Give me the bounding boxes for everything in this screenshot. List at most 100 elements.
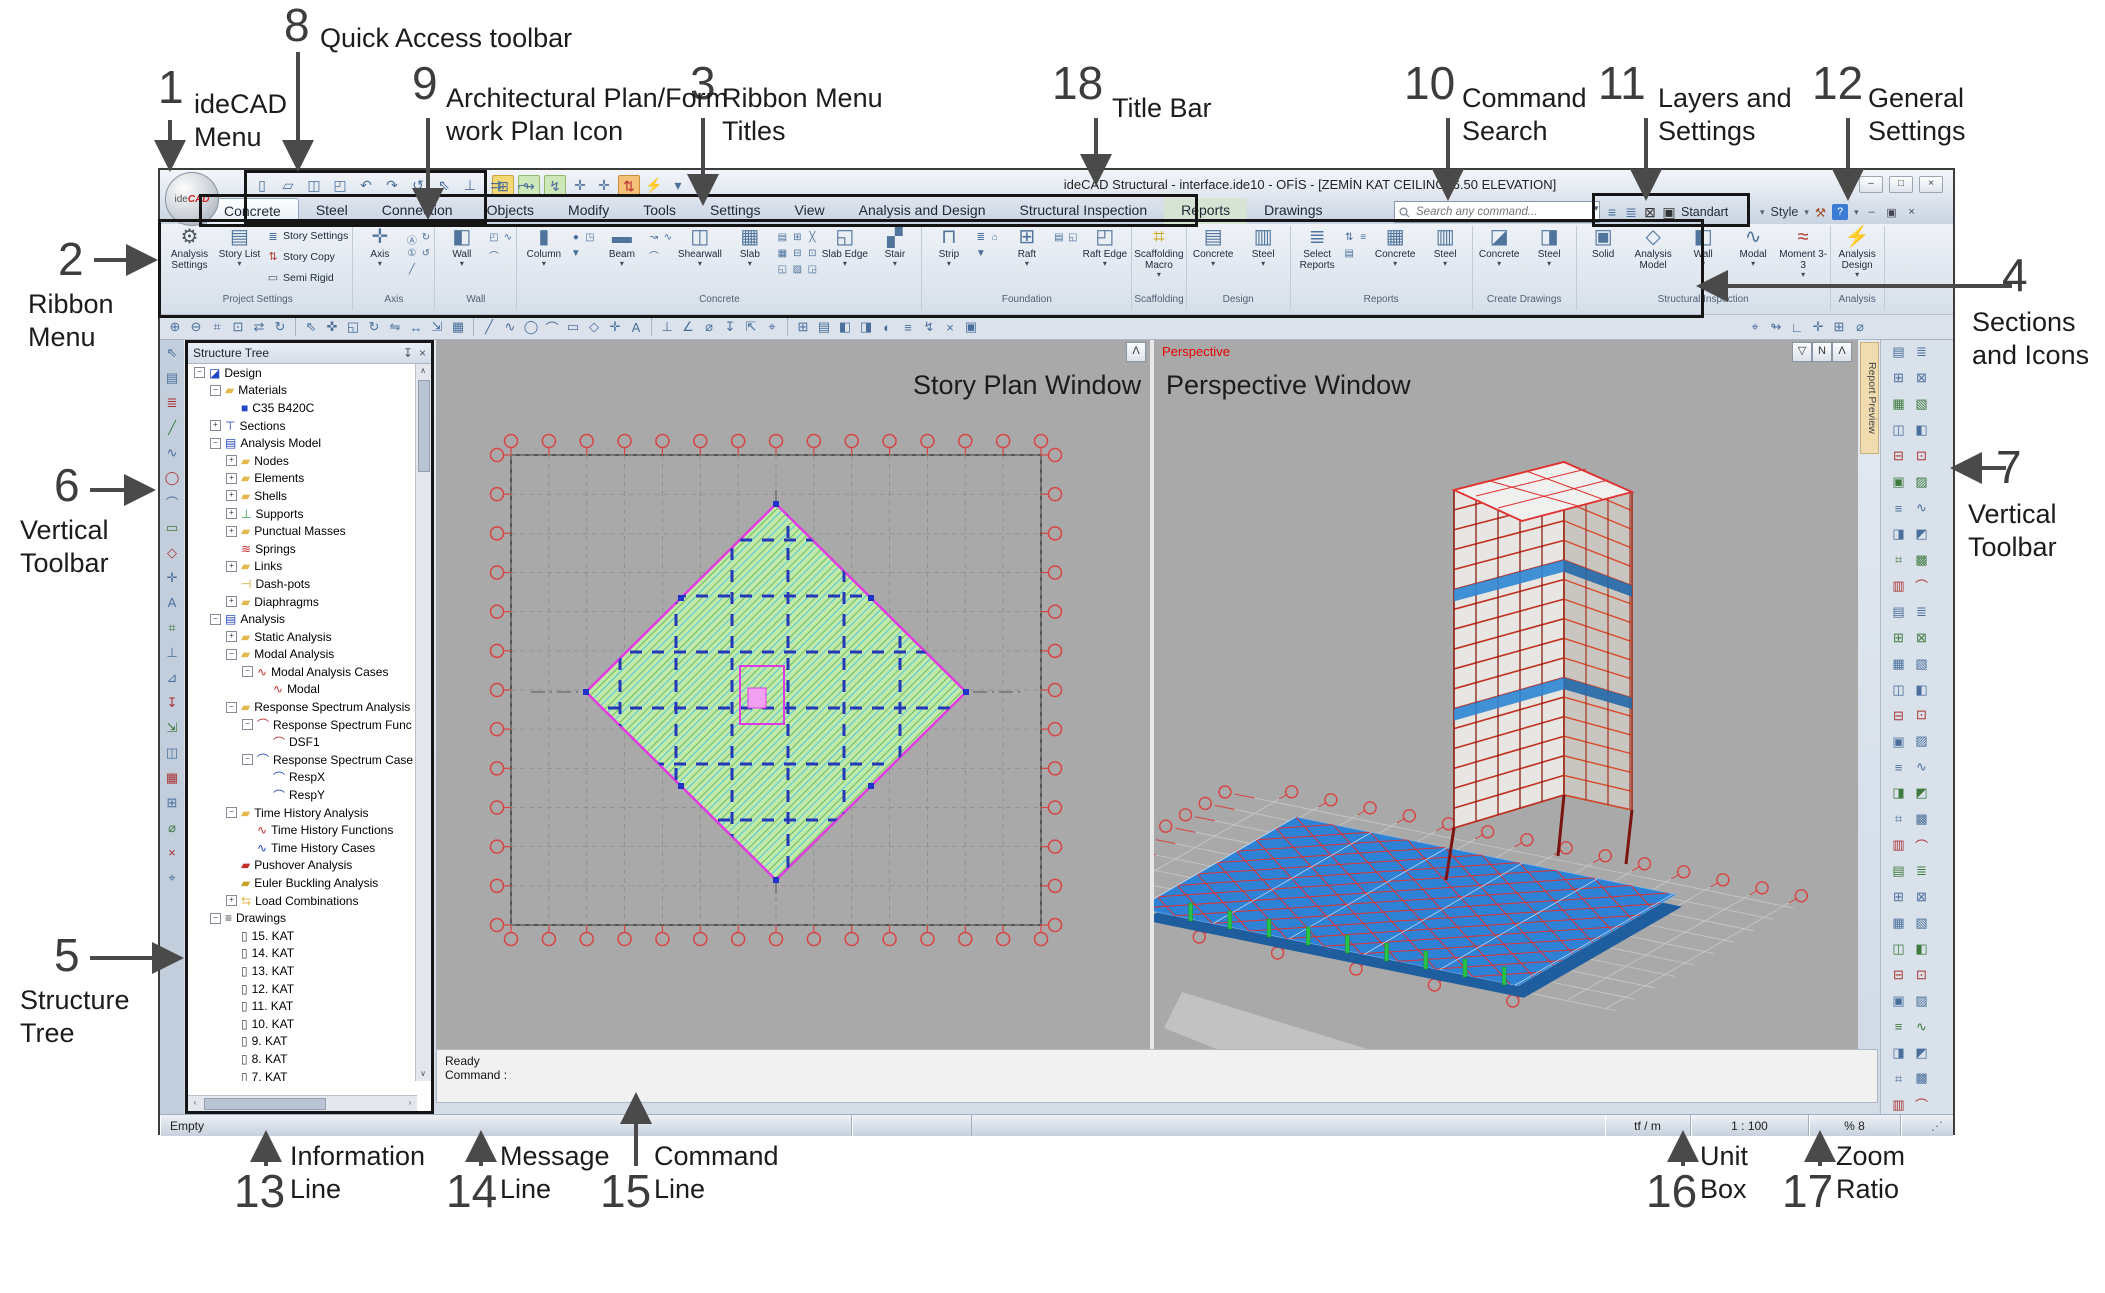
tree-item[interactable]: ⊣Dash-pots: [188, 575, 417, 593]
tool-icon[interactable]: ⊟: [790, 248, 804, 263]
units-icon[interactable]: ⌀: [1851, 318, 1869, 336]
tool-icon[interactable]: ▨: [790, 264, 804, 279]
toolbar-icon[interactable]: ▦: [1889, 395, 1908, 414]
toolbar-icon[interactable]: ◨: [1889, 1043, 1908, 1062]
elevation-icon[interactable]: ⇅: [618, 175, 640, 197]
toolbar-icon[interactable]: ≣: [1912, 602, 1931, 621]
scale-box[interactable]: 1 : 100: [1691, 1115, 1809, 1136]
toolbar-icon[interactable]: ⊡: [1912, 447, 1931, 466]
tool-icon[interactable]: ●: [569, 232, 582, 247]
tree-item[interactable]: −◪Design: [188, 364, 417, 382]
column-button[interactable]: ▮Column▾: [519, 226, 568, 290]
tab-steel[interactable]: Steel: [299, 198, 365, 224]
expander-icon[interactable]: −: [210, 614, 221, 625]
style-dropdown-icon[interactable]: ▾: [1804, 207, 1809, 218]
story-copy-button[interactable]: ⇅Story Copy: [267, 250, 348, 263]
leader-icon[interactable]: ⇲: [163, 718, 182, 737]
tab-modify[interactable]: Modify: [551, 198, 626, 224]
toolbar-icon[interactable]: ▧: [1912, 654, 1931, 673]
drawings-steel-button[interactable]: ◨Steel▾: [1525, 226, 1574, 290]
expander-icon[interactable]: +: [226, 631, 237, 642]
design-concrete-button[interactable]: ▤Concrete▾: [1189, 226, 1238, 290]
node-snap-icon[interactable]: ↯: [544, 175, 566, 197]
resize-grip[interactable]: ⋰: [1901, 1115, 1953, 1136]
revert-icon[interactable]: ↺: [408, 175, 428, 195]
tool-icon[interactable]: ∿: [661, 232, 674, 247]
tree-item[interactable]: ▯14. KAT: [188, 945, 417, 963]
tool-icon[interactable]: ≡: [1357, 232, 1370, 247]
tree-item[interactable]: +▰Diaphragms: [188, 593, 417, 611]
scroll-right-icon[interactable]: ›: [403, 1096, 417, 1110]
polyline-icon[interactable]: ∿: [501, 318, 519, 336]
tree-item[interactable]: +▰Elements: [188, 470, 417, 488]
expander-icon[interactable]: −: [210, 913, 221, 924]
new-file-icon[interactable]: ▯: [252, 175, 272, 195]
toolbar-icon[interactable]: ≡: [1889, 499, 1908, 518]
tool-icon[interactable]: ╱: [405, 264, 418, 279]
tool-icon[interactable]: ◳: [583, 232, 596, 247]
circle-icon[interactable]: ◯: [522, 318, 540, 336]
intersection-snap-icon[interactable]: ✛: [594, 175, 614, 195]
tree-item[interactable]: ▯12. KAT: [188, 980, 417, 998]
raft-button[interactable]: ⊞Raft▾: [1002, 226, 1051, 290]
toolbar-icon[interactable]: ▩: [1912, 550, 1931, 569]
toolbar-icon[interactable]: ▣: [1889, 732, 1908, 751]
pin-icon[interactable]: ↧: [403, 346, 413, 360]
tree-item[interactable]: ▯11. KAT: [188, 997, 417, 1015]
toolbar-icon[interactable]: ◧: [1912, 680, 1931, 699]
close-button[interactable]: ×: [1919, 176, 1943, 193]
toolbar-icon[interactable]: ⊟: [1889, 447, 1908, 466]
tree-item[interactable]: ▯13. KAT: [188, 962, 417, 980]
text-icon[interactable]: A: [627, 318, 645, 336]
toolbar-icon[interactable]: ⊟: [1889, 706, 1908, 725]
triangle-icon[interactable]: ⊿: [163, 668, 182, 687]
perpendicular-icon[interactable]: ⊥: [658, 318, 676, 336]
polygon-icon[interactable]: ◇: [585, 318, 603, 336]
style-label[interactable]: Style: [1771, 205, 1799, 219]
help-icon[interactable]: ?: [1832, 204, 1848, 220]
scrollbar-thumb[interactable]: [204, 1098, 326, 1110]
toolbar-icon[interactable]: ▤: [1889, 862, 1908, 881]
tree-item[interactable]: ∿Time History Cases: [188, 839, 417, 857]
zoom-out-icon[interactable]: ⊖: [187, 318, 205, 336]
grid-icon[interactable]: ⊞: [794, 318, 812, 336]
doc-restore-button[interactable]: ▣: [1885, 206, 1899, 219]
toolbar-icon[interactable]: ⊟: [1889, 966, 1908, 985]
toolbar-icon[interactable]: ◨: [1889, 525, 1908, 544]
toolbar-icon[interactable]: ◨: [1889, 784, 1908, 803]
layers-icon[interactable]: ▤: [163, 368, 182, 387]
layer-preset-value[interactable]: Standart: [1681, 205, 1728, 219]
tree-item[interactable]: ▯7. KAT: [188, 1068, 417, 1081]
tab-settings[interactable]: Settings: [693, 198, 778, 224]
perspective-window[interactable]: Perspective ▽NΛ: [1154, 340, 1858, 1049]
expander-icon[interactable]: −: [226, 807, 237, 818]
tool-icon[interactable]: ╳: [805, 232, 819, 247]
tree-item[interactable]: ∿Modal: [188, 681, 417, 699]
osnap-icon[interactable]: ✛: [1809, 318, 1827, 336]
tool-icon[interactable]: ▼: [569, 248, 582, 263]
toolbar-icon[interactable]: ∿: [1912, 499, 1931, 518]
toolbar-icon[interactable]: ◧: [1912, 421, 1931, 440]
toolbar-icon[interactable]: ▧: [1912, 913, 1931, 932]
toolbar-icon[interactable]: ◫: [1889, 940, 1908, 959]
viewport-button-0[interactable]: ▽: [1792, 342, 1812, 362]
properties-icon[interactable]: ▣: [962, 318, 980, 336]
toolbar-icon[interactable]: ▧: [1912, 395, 1931, 414]
toolbar-icon[interactable]: ⊡: [1912, 706, 1931, 725]
toolbar-icon[interactable]: ⊠: [1912, 888, 1931, 907]
tree-item[interactable]: −▰Response Spectrum Analysis: [188, 698, 417, 716]
select-icon[interactable]: ⇖: [163, 343, 182, 362]
polyline-icon[interactable]: ∿: [163, 443, 182, 462]
tool-icon[interactable]: ↝: [647, 232, 660, 247]
tree-item[interactable]: −▰Time History Analysis: [188, 804, 417, 822]
preset-dropdown-icon[interactable]: ▾: [1760, 207, 1765, 218]
scale-icon[interactable]: ⇲: [428, 318, 446, 336]
move-icon[interactable]: ✜: [323, 318, 341, 336]
shade-icon[interactable]: ◨: [857, 318, 875, 336]
toolbar-icon[interactable]: ⌗: [1889, 1069, 1908, 1088]
perpendicular-icon[interactable]: ⊥: [460, 175, 480, 195]
expander-icon[interactable]: +: [226, 561, 237, 572]
toolbar-icon[interactable]: ▥: [1889, 1095, 1908, 1114]
toolbar-icon[interactable]: ▦: [1889, 654, 1908, 673]
tab-objects[interactable]: Objects: [470, 198, 551, 224]
